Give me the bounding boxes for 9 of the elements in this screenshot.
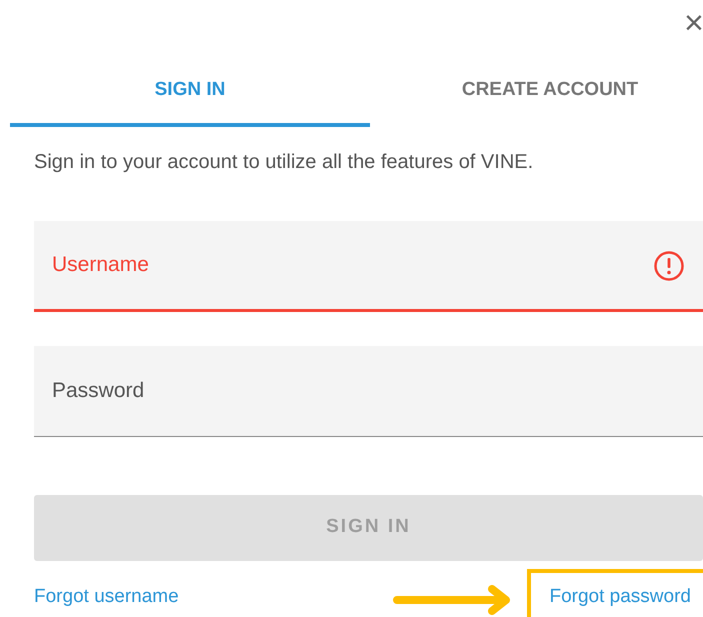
close-button[interactable]: × bbox=[684, 6, 703, 40]
link[interactable]: Forgot password bbox=[549, 582, 691, 611]
error-icon bbox=[653, 250, 685, 282]
tab[interactable]: SIGN IN bbox=[10, 72, 370, 126]
link[interactable]: Forgot username bbox=[34, 582, 179, 611]
input-field[interactable]: Username bbox=[34, 220, 703, 312]
tab[interactable]: CREATE ACCOUNT bbox=[370, 72, 703, 126]
intro-text: Sign in to your account to utilize all the features of VINE. bbox=[34, 150, 534, 174]
input-field[interactable]: Password bbox=[34, 346, 703, 436]
